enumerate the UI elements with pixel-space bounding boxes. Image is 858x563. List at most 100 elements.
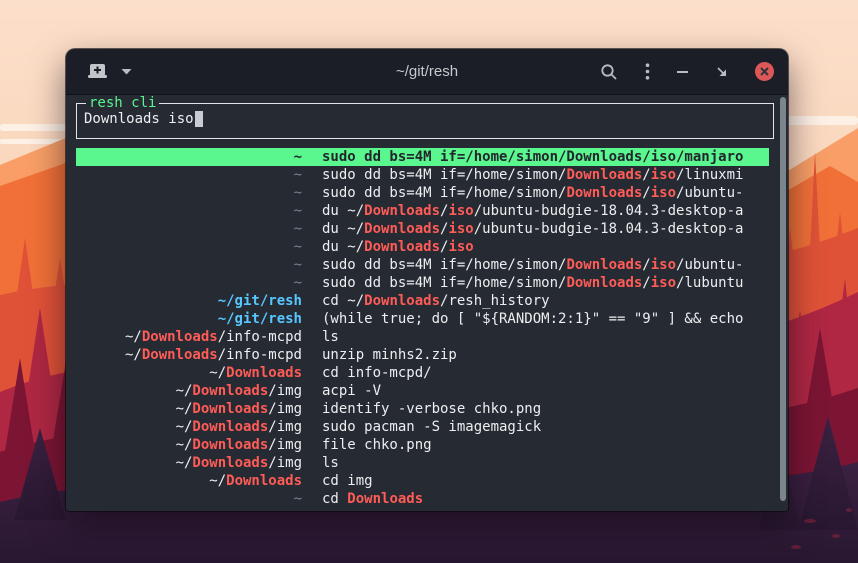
history-row[interactable]: ~cd Downloads bbox=[76, 490, 769, 508]
text-segment: /ubuntu- bbox=[676, 257, 743, 273]
history-row[interactable]: ~du ~/Downloads/iso/ubuntu-budgie-18.04.… bbox=[76, 202, 769, 220]
text-segment: ~/ bbox=[209, 365, 226, 381]
text-segment: / bbox=[642, 185, 650, 201]
history-row[interactable]: ~/Downloads/info-mcpdls bbox=[76, 328, 769, 346]
text-segment: cd ~/ bbox=[322, 293, 364, 309]
text-segment: Downloads bbox=[192, 419, 268, 435]
resh-search-box[interactable]: resh cli Downloads iso bbox=[76, 103, 774, 139]
text-segment: Downloads bbox=[192, 455, 268, 471]
history-row[interactable]: ~/Downloads/imgls bbox=[76, 454, 769, 472]
history-row[interactable]: ~/Downloadscd info-mcpd/ bbox=[76, 364, 769, 382]
text-segment: /ubuntu-budgie-18.04.3-desktop-a bbox=[474, 203, 744, 219]
minimize-button[interactable] bbox=[677, 70, 688, 74]
history-row[interactable]: ~ sudo dd bs=4M if=/home/simon/Downloads/… bbox=[76, 256, 769, 274]
row-command: cd ~/Downloads/resh_history bbox=[322, 292, 769, 310]
terminal-window: ~/git/resh bbox=[66, 49, 788, 511]
history-row[interactable]: ~/Downloads/info-mcpd unzip minhs2.zip bbox=[76, 346, 769, 364]
text-segment: sudo pacman -S imagemagick bbox=[322, 419, 541, 435]
row-context: ~/Downloads/img bbox=[76, 400, 302, 418]
text-segment: du ~/ bbox=[322, 221, 364, 237]
row-context: ~/Downloads/img bbox=[76, 436, 302, 454]
history-row[interactable]: ~ du ~/Downloads/iso bbox=[76, 238, 769, 256]
text-segment: cd bbox=[322, 491, 347, 507]
row-command: ls bbox=[322, 454, 769, 472]
row-command: sudo dd bs=4M if=/home/simon/Downloads/i… bbox=[322, 274, 769, 292]
menu-button[interactable] bbox=[645, 63, 650, 80]
text-segment: sudo dd bs=4M if=/home/simon/ bbox=[322, 275, 566, 291]
text-segment: /resh_history bbox=[440, 293, 550, 309]
row-command: identify -verbose chko.png bbox=[322, 400, 769, 418]
history-row-selected[interactable]: ~sudo dd bs=4M if=/home/simon/Downloads/… bbox=[76, 148, 769, 166]
row-context: ~/Downloads/img bbox=[76, 418, 302, 436]
restore-button[interactable] bbox=[715, 65, 728, 78]
text-segment: sudo dd bs=4M if=/home/simon/ bbox=[322, 257, 566, 273]
row-command: du ~/Downloads/iso/ubuntu-budgie-18.04.3… bbox=[322, 202, 769, 220]
row-command: unzip minhs2.zip bbox=[322, 346, 769, 364]
text-segment: sudo dd bs=4M if=/home/simon/ bbox=[322, 185, 566, 201]
history-row[interactable]: ~ sudo dd bs=4M if=/home/simon/Downloads/… bbox=[76, 274, 769, 292]
text-segment: du ~/ bbox=[322, 203, 364, 219]
text-segment: sudo dd bs=4M if=/home/simon/ bbox=[322, 167, 566, 183]
text-segment: /img bbox=[268, 455, 302, 471]
history-row[interactable]: ~/Downloads cd img bbox=[76, 472, 769, 490]
row-context: ~ bbox=[76, 148, 302, 166]
row-command: (while true; do [ "${RANDOM:2:1}" == "9"… bbox=[322, 310, 769, 328]
row-command: file chko.png bbox=[322, 436, 769, 454]
text-segment: du ~/ bbox=[322, 239, 364, 255]
text-segment: iso bbox=[651, 257, 676, 273]
history-row[interactable]: ~/git/resh (while true; do [ "${RANDOM:2:… bbox=[76, 310, 769, 328]
text-segment: Downloads bbox=[566, 167, 642, 183]
text-segment: ~ bbox=[294, 491, 302, 507]
row-command: sudo dd bs=4M if=/home/simon/Downloads/i… bbox=[322, 256, 769, 274]
row-context: ~/git/resh bbox=[76, 310, 302, 328]
chevron-down-icon bbox=[121, 68, 132, 75]
text-segment: Downloads bbox=[566, 185, 642, 201]
text-segment: Downloads bbox=[192, 401, 268, 417]
search-input[interactable]: Downloads iso bbox=[77, 104, 773, 127]
history-row[interactable]: ~/Downloads/img sudo pacman -S imagemagic… bbox=[76, 418, 769, 436]
history-row[interactable]: ~ sudo dd bs=4M if=/home/simon/Downloads/… bbox=[76, 184, 769, 202]
history-row[interactable]: ~/Downloads/img acpi -V bbox=[76, 382, 769, 400]
text-segment: ~/ bbox=[209, 473, 226, 489]
text-segment: /linuxmi bbox=[676, 167, 743, 183]
history-row[interactable]: ~sudo dd bs=4M if=/home/simon/Downloads/… bbox=[76, 166, 769, 184]
text-segment: / bbox=[642, 257, 650, 273]
row-context: ~ bbox=[76, 238, 302, 256]
history-row[interactable]: ~du ~/Downloads/iso/ubuntu-budgie-18.04.… bbox=[76, 220, 769, 238]
text-segment: ~/ bbox=[125, 347, 142, 363]
text-segment: file chko.png bbox=[322, 437, 432, 453]
search-button[interactable] bbox=[600, 63, 618, 81]
history-row[interactable]: ~/Downloads/img file chko.png bbox=[76, 436, 769, 454]
scrollbar[interactable] bbox=[780, 97, 786, 501]
text-segment: ~ bbox=[294, 275, 302, 291]
text-segment: ~ bbox=[294, 257, 302, 273]
text-segment: unzip minhs2.zip bbox=[322, 347, 457, 363]
text-segment: cd info-mcpd/ bbox=[322, 365, 432, 381]
row-context: ~ bbox=[76, 256, 302, 274]
row-context: ~ bbox=[76, 274, 302, 292]
history-row[interactable]: ~/Downloads/img identify -verbose chko.pn… bbox=[76, 400, 769, 418]
text-segment: cd img bbox=[322, 473, 373, 489]
text-segment: ~/git/resh bbox=[218, 311, 302, 327]
row-command: du ~/Downloads/iso bbox=[322, 238, 769, 256]
text-segment: Downloads bbox=[364, 203, 440, 219]
row-context: ~/Downloads bbox=[76, 472, 302, 490]
row-context: ~ bbox=[76, 184, 302, 202]
row-command: acpi -V bbox=[322, 382, 769, 400]
tab-list-dropdown[interactable] bbox=[121, 68, 132, 75]
text-segment: ~ bbox=[294, 221, 302, 237]
text-segment: Downloads bbox=[142, 347, 218, 363]
text-segment: Downloads bbox=[364, 221, 440, 237]
text-segment: /img bbox=[268, 419, 302, 435]
row-context: ~/Downloads/img bbox=[76, 382, 302, 400]
text-segment: Downloads bbox=[192, 437, 268, 453]
close-button[interactable] bbox=[755, 62, 774, 81]
text-segment: identify -verbose chko.png bbox=[322, 401, 541, 417]
minimize-icon bbox=[677, 70, 688, 74]
row-context: ~/Downloads/info-mcpd bbox=[76, 346, 302, 364]
history-row[interactable]: ~/git/reshcd ~/Downloads/resh_history bbox=[76, 292, 769, 310]
new-tab-button[interactable] bbox=[88, 63, 107, 80]
search-query-text: Downloads iso bbox=[84, 111, 194, 127]
text-segment: Downloads bbox=[192, 383, 268, 399]
text-cursor bbox=[195, 111, 203, 127]
